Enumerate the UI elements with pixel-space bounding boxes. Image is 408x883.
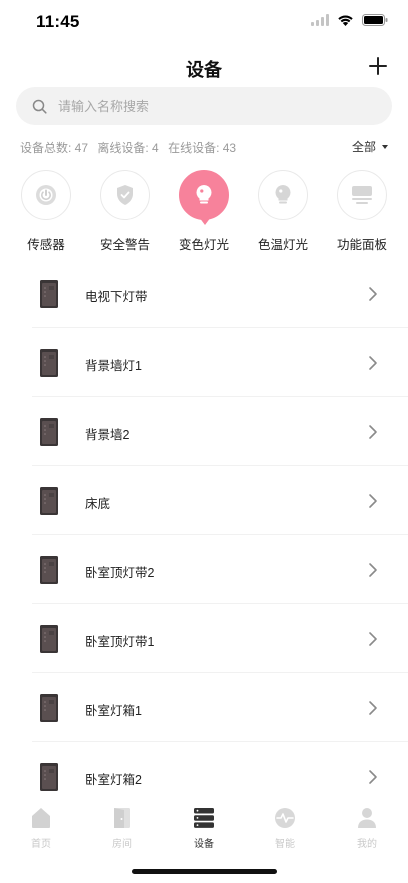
device-row[interactable]: 卧室灯箱1 (0, 673, 408, 742)
devices-screen: 11:45 设备 请输入名称搜索 设备总数: 47 离线设备: 4 在线设备: … (0, 0, 408, 883)
filter-label: 全部 (351, 140, 376, 154)
device-thumbnail-icon (40, 763, 58, 791)
device-name: 背景墙灯1 (85, 359, 142, 373)
search-bar[interactable] (16, 87, 392, 125)
category-circle (179, 170, 229, 225)
devices-icon (194, 808, 214, 828)
device-row[interactable]: 卧室顶灯带2 (0, 535, 408, 604)
tab-profile[interactable]: 我的 (337, 806, 397, 850)
category-label: 功能面板 (336, 238, 387, 252)
chevron-right-icon (369, 563, 377, 577)
device-thumbnail-icon (40, 625, 58, 653)
device-row[interactable]: 床底 (0, 466, 408, 535)
device-row[interactable]: 卧室顶灯带1 (0, 604, 408, 673)
tab-label: 房间 (112, 839, 132, 850)
tab-label: 我的 (357, 839, 377, 850)
device-name: 电视下灯带 (85, 290, 148, 304)
shield-icon (117, 185, 133, 205)
chevron-right-icon (369, 356, 377, 370)
device-name: 卧室顶灯带1 (85, 635, 155, 649)
device-name: 卧室灯箱1 (85, 704, 142, 718)
category-label: 变色灯光 (178, 238, 229, 252)
color-bulb-icon (196, 185, 212, 204)
tab-icon-wrap (255, 806, 315, 830)
tab-home[interactable]: 首页 (11, 806, 71, 850)
tab-label: 设备 (194, 839, 214, 850)
page-title: 设备 (186, 60, 222, 80)
device-thumbnail-icon (40, 349, 58, 377)
category-temp-light[interactable]: 色温灯光 (248, 170, 318, 253)
tab-smart[interactable]: 智能 (255, 806, 315, 850)
device-thumbnail-icon (40, 556, 58, 584)
category-circle (337, 170, 387, 220)
tab-icon-wrap (11, 806, 71, 830)
search-input[interactable] (58, 98, 338, 114)
tab-icon-wrap (337, 806, 397, 830)
device-name: 背景墙2 (85, 428, 130, 442)
online-devices-stat: 在线设备: 43 (168, 141, 237, 155)
room-icon (114, 808, 130, 828)
device-thumbnail-icon (40, 487, 58, 515)
chevron-right-icon (369, 287, 377, 301)
device-row[interactable]: 电视下灯带 (0, 259, 408, 328)
search-icon (32, 99, 47, 114)
home-indicator[interactable] (132, 869, 277, 874)
plus-icon[interactable] (366, 54, 390, 78)
chevron-right-icon (369, 701, 377, 715)
panel-icon (352, 186, 372, 204)
bulb-icon (275, 185, 291, 204)
chevron-right-icon (369, 494, 377, 508)
device-row[interactable]: 背景墙2 (0, 397, 408, 466)
category-label: 安全警告 (99, 238, 150, 252)
battery-icon (362, 14, 388, 26)
device-name: 卧室顶灯带2 (85, 566, 155, 580)
device-thumbnail-icon (40, 694, 58, 722)
category-circle (258, 170, 308, 220)
total-devices-stat: 设备总数: 47 (20, 141, 89, 155)
sensor-icon (36, 185, 56, 205)
category-bar: 传感器 安全警告 变色灯光 色温灯光 功能面板 (0, 170, 408, 254)
wifi-icon (338, 15, 353, 26)
signal-icon (311, 14, 329, 26)
device-stats: 设备总数: 47 离线设备: 4 在线设备: 43 全部 (20, 139, 388, 155)
chevron-right-icon (369, 770, 377, 784)
device-list: 电视下灯带 背景墙灯1 背景墙2 床底 卧室顶灯带2 卧室顶灯带1 卧室灯箱1 … (0, 259, 408, 795)
tab-label: 首页 (31, 839, 51, 850)
offline-devices-stat: 离线设备: 4 (97, 141, 159, 155)
device-row[interactable]: 背景墙灯1 (0, 328, 408, 397)
device-thumbnail-icon (40, 418, 58, 446)
category-label: 色温灯光 (257, 238, 308, 252)
header: 设备 (0, 50, 408, 84)
device-name: 床底 (85, 497, 111, 511)
category-circle (21, 170, 71, 220)
chevron-right-icon (369, 425, 377, 439)
device-thumbnail-icon (40, 280, 58, 308)
category-security[interactable]: 安全警告 (90, 170, 160, 253)
status-icons (311, 14, 388, 26)
device-name: 卧室灯箱2 (85, 773, 142, 787)
category-color-light[interactable]: 变色灯光 (169, 170, 239, 253)
tab-rooms[interactable]: 房间 (92, 806, 152, 850)
profile-icon (358, 808, 376, 828)
tab-icon-wrap (174, 806, 234, 830)
category-sensor[interactable]: 传感器 (11, 170, 81, 253)
device-row[interactable]: 卧室灯箱2 (0, 742, 408, 795)
status-bar: 11:45 (0, 0, 408, 44)
filter-dropdown[interactable]: 全部 (352, 138, 388, 155)
status-time: 11:45 (36, 12, 80, 31)
smart-icon (275, 808, 295, 828)
chevron-right-icon (369, 632, 377, 646)
tab-devices[interactable]: 设备 (174, 806, 234, 850)
category-function-panel[interactable]: 功能面板 (327, 170, 397, 253)
category-circle (100, 170, 150, 220)
tab-label: 智能 (275, 839, 295, 850)
home-icon (32, 808, 50, 828)
tab-icon-wrap (92, 806, 152, 830)
category-label: 传感器 (27, 238, 65, 252)
caret-down-icon (382, 144, 388, 149)
